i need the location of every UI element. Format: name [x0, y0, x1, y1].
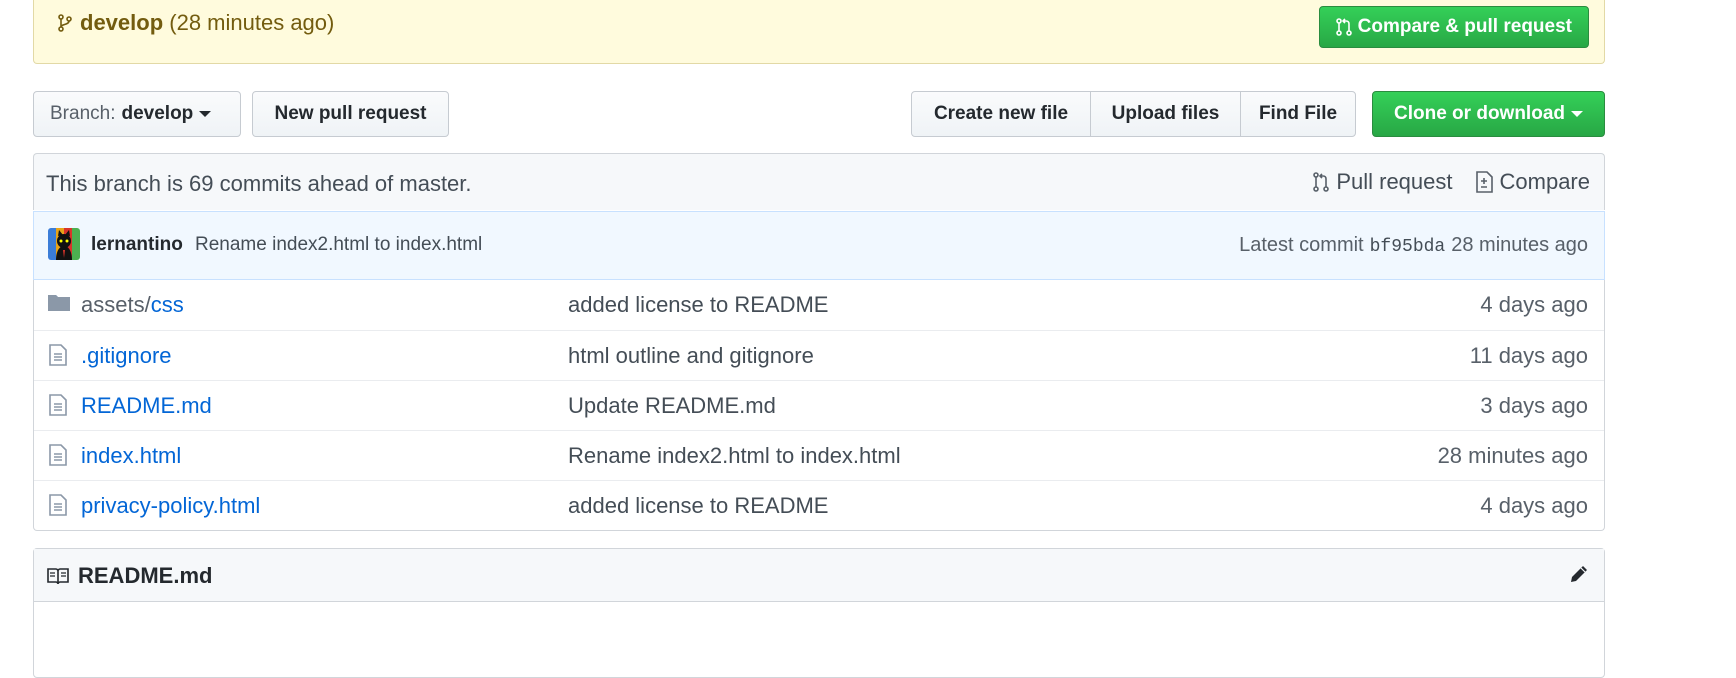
file-icon — [47, 493, 69, 517]
upload-files-button[interactable]: Upload files — [1090, 91, 1241, 137]
readme-title: README.md — [46, 563, 212, 589]
file-row: privacy-policy.html added license to REA… — [34, 480, 1604, 530]
pull-request-link[interactable]: Pull request — [1313, 169, 1453, 195]
compare-label: Compare — [1499, 169, 1590, 194]
readme-header: README.md — [34, 549, 1604, 602]
book-icon — [46, 566, 70, 586]
file-row: README.md Update README.md 3 days ago — [34, 380, 1604, 430]
file-commit-message[interactable]: Rename index2.html to index.html — [568, 443, 901, 469]
file-age: 4 days ago — [1480, 493, 1588, 518]
file-icon — [47, 343, 69, 367]
folder-icon — [47, 292, 71, 312]
file-age: 3 days ago — [1480, 393, 1588, 418]
readme-title-text: README.md — [78, 563, 213, 588]
branch-info-bar: This branch is 69 commits ahead of maste… — [33, 153, 1605, 210]
git-pull-request-icon — [1313, 171, 1330, 193]
file-row: index.html Rename index2.html to index.h… — [34, 430, 1604, 480]
readme-panel: README.md — [33, 548, 1605, 678]
recent-push-banner: develop (28 minutes ago) Compare & pull … — [33, 0, 1605, 64]
commit-time: 28 minutes ago — [1451, 234, 1588, 256]
pull-request-label: Pull request — [1336, 169, 1453, 194]
branch-prefix: Branch: — [50, 103, 116, 124]
file-list: assets/css added license to README 4 day… — [33, 280, 1605, 531]
create-new-file-button[interactable]: Create new file — [911, 91, 1091, 137]
compare-link[interactable]: Compare — [1475, 169, 1590, 195]
avatar[interactable] — [48, 228, 80, 260]
branch-value: develop — [121, 103, 194, 124]
chevron-down-icon — [199, 111, 212, 117]
banner-text: develop (28 minutes ago) — [58, 10, 334, 36]
latest-commit-label: Latest commit — [1239, 234, 1364, 256]
clone-or-download-button[interactable]: Clone or download — [1372, 91, 1605, 137]
file-age: 28 minutes ago — [1437, 443, 1588, 468]
clone-label: Clone or download — [1394, 103, 1565, 124]
latest-commit-bar: lernantino Rename index2.html to index.h… — [33, 211, 1605, 280]
file-commit-message[interactable]: Update README.md — [568, 393, 776, 419]
file-name-link[interactable]: .gitignore — [81, 343, 172, 369]
branch-select-button[interactable]: Branch: develop — [33, 91, 241, 137]
git-branch-icon — [58, 13, 72, 33]
file-commit-message[interactable]: added license to README — [568, 493, 828, 519]
file-name-link[interactable]: README.md — [81, 393, 212, 419]
file-row: .gitignore html outline and gitignore 11… — [34, 330, 1604, 380]
new-pull-request-button[interactable]: New pull request — [252, 91, 449, 137]
file-commit-message[interactable]: html outline and gitignore — [568, 343, 814, 369]
file-icon — [47, 393, 69, 417]
file-age: 11 days ago — [1469, 343, 1588, 368]
compare-button-label: Compare & pull request — [1357, 16, 1572, 37]
branch-actions: Pull request Compare — [1291, 169, 1590, 195]
file-diff-icon — [1475, 171, 1493, 193]
find-file-button[interactable]: Find File — [1240, 91, 1356, 137]
chevron-down-icon — [1571, 111, 1583, 117]
latest-commit-info: Latest commit bf95bda 28 minutes ago — [1239, 234, 1588, 257]
file-name-link[interactable]: index.html — [81, 443, 181, 469]
git-pull-request-icon — [1335, 17, 1352, 37]
banner-branch-name[interactable]: develop — [80, 10, 163, 36]
file-name-link[interactable]: assets/css — [81, 292, 184, 318]
commit-message[interactable]: Rename index2.html to index.html — [195, 234, 482, 256]
branch-ahead-text: This branch is 69 commits ahead of maste… — [46, 171, 472, 196]
file-commit-message[interactable]: added license to README — [568, 292, 828, 318]
compare-pull-request-button[interactable]: Compare & pull request — [1318, 6, 1589, 48]
banner-time: (28 minutes ago) — [169, 10, 335, 35]
file-age: 4 days ago — [1480, 292, 1588, 317]
pencil-icon[interactable] — [1568, 563, 1590, 585]
commit-sha[interactable]: bf95bda — [1370, 237, 1446, 257]
file-row: assets/css added license to README 4 day… — [34, 280, 1604, 330]
commit-author[interactable]: lernantino — [91, 234, 183, 256]
file-name-link[interactable]: privacy-policy.html — [81, 493, 260, 519]
file-icon — [47, 443, 69, 467]
